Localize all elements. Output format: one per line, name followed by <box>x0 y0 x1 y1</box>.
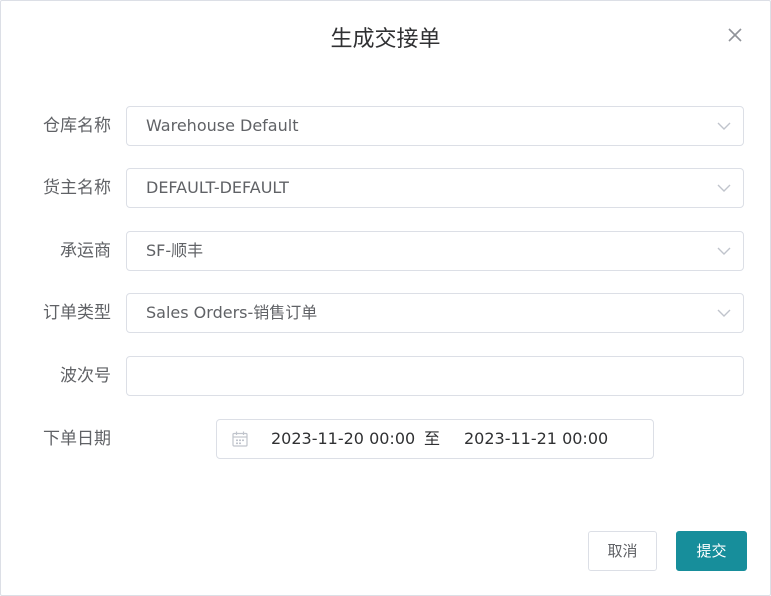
chevron-down-icon <box>717 122 731 130</box>
owner-select-value: DEFAULT-DEFAULT <box>146 178 289 197</box>
chevron-down-icon <box>717 309 731 317</box>
carrier-select-value: SF-顺丰 <box>146 241 204 260</box>
order-date-separator: 至 <box>424 429 441 448</box>
warehouse-select[interactable]: Warehouse Default <box>126 106 744 146</box>
order-type-label: 订单类型 <box>43 303 111 323</box>
form-row-warehouse: 仓库名称 Warehouse Default <box>1 106 770 146</box>
order-type-select-value: Sales Orders-销售订单 <box>146 303 318 322</box>
dialog: 生成交接单 仓库名称 Warehouse Default 货主名称 DEFAUL… <box>0 0 771 596</box>
carrier-label: 承运商 <box>60 241 111 261</box>
form-row-wave-no: 波次号 <box>1 356 770 396</box>
wave-no-input[interactable] <box>126 356 744 396</box>
chevron-down-icon <box>717 247 731 255</box>
dialog-title: 生成交接单 <box>330 27 441 52</box>
wave-no-label: 波次号 <box>60 366 111 386</box>
order-type-select[interactable]: Sales Orders-销售订单 <box>126 293 744 333</box>
order-date-start-input[interactable]: 2023-11-20 00:00 <box>271 420 415 458</box>
form-row-owner: 货主名称 DEFAULT-DEFAULT <box>1 168 770 208</box>
order-date-end-input[interactable]: 2023-11-21 00:00 <box>464 420 608 458</box>
form-row-order-date: 下单日期 2023-11-20 00:00 至 2023-11-21 00:00 <box>1 419 770 459</box>
warehouse-label: 仓库名称 <box>43 116 111 136</box>
owner-label: 货主名称 <box>43 178 111 198</box>
owner-select[interactable]: DEFAULT-DEFAULT <box>126 168 744 208</box>
carrier-select[interactable]: SF-顺丰 <box>126 231 744 271</box>
order-date-label: 下单日期 <box>43 429 111 449</box>
submit-button[interactable]: 提交 <box>676 531 747 571</box>
chevron-down-icon <box>717 184 731 192</box>
order-date-range-picker[interactable]: 2023-11-20 00:00 至 2023-11-21 00:00 <box>216 419 654 459</box>
form-row-carrier: 承运商 SF-顺丰 <box>1 231 770 271</box>
calendar-icon <box>232 431 248 447</box>
form-row-order-type: 订单类型 Sales Orders-销售订单 <box>1 293 770 333</box>
close-icon[interactable] <box>726 26 744 44</box>
cancel-button[interactable]: 取消 <box>588 531 657 571</box>
warehouse-select-value: Warehouse Default <box>146 116 299 135</box>
